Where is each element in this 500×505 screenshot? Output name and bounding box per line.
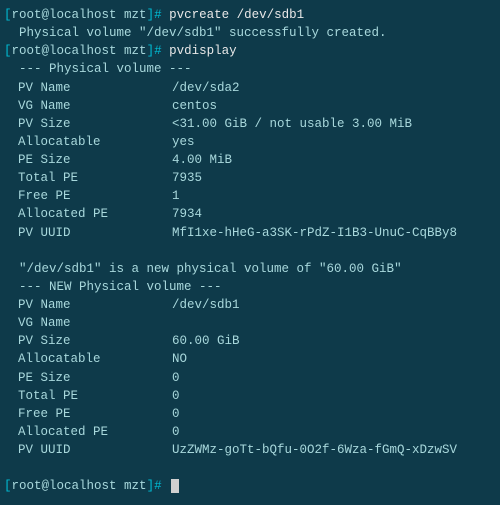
field-label: PV Name xyxy=(4,296,172,314)
field-label: VG Name xyxy=(4,97,172,115)
bracket-open: [ xyxy=(4,44,12,58)
field-value: 0 xyxy=(172,405,180,423)
table-row: PV UUIDUzZWMz-goTt-bQfu-0O2f-6Wza-fGmQ-x… xyxy=(4,441,496,459)
bracket-open: [ xyxy=(4,479,12,493)
prompt-line-1: [root@localhost mzt]# pvcreate /dev/sdb1 xyxy=(4,6,496,24)
prompt-line-current[interactable]: [root@localhost mzt]# xyxy=(4,477,496,495)
field-label: Allocatable xyxy=(4,133,172,151)
field-label: PE Size xyxy=(4,369,172,387)
field-value: MfI1xe-hHeG-a3SK-rPdZ-I1B3-UnuC-CqBBy8 xyxy=(172,224,457,242)
table-row: Total PE0 xyxy=(4,387,496,405)
field-label: Allocated PE xyxy=(4,423,172,441)
bracket-close: ]# xyxy=(147,479,162,493)
field-label: Allocated PE xyxy=(4,205,172,223)
field-value: 7935 xyxy=(172,169,202,187)
bracket-close: ]# xyxy=(147,44,162,58)
table-row: VG Name xyxy=(4,314,496,332)
table-row: Allocatableyes xyxy=(4,133,496,151)
field-label: PV Size xyxy=(4,332,172,350)
field-label: Free PE xyxy=(4,187,172,205)
output-line: Physical volume "/dev/sdb1" successfully… xyxy=(4,24,496,42)
table-row: PV Name/dev/sda2 xyxy=(4,79,496,97)
field-value: <31.00 GiB / not usable 3.00 MiB xyxy=(172,115,412,133)
prompt-user: root@localhost xyxy=(12,479,117,493)
table-row: Total PE7935 xyxy=(4,169,496,187)
table-row: PV Size<31.00 GiB / not usable 3.00 MiB xyxy=(4,115,496,133)
field-label: PE Size xyxy=(4,151,172,169)
table-row: Free PE1 xyxy=(4,187,496,205)
bracket-close: ]# xyxy=(147,8,162,22)
field-value: centos xyxy=(172,97,217,115)
prompt-user: root@localhost xyxy=(12,8,117,22)
table-row: PV Size60.00 GiB xyxy=(4,332,496,350)
field-label: Allocatable xyxy=(4,350,172,368)
field-value: NO xyxy=(172,350,187,368)
table-row: Free PE0 xyxy=(4,405,496,423)
field-value: yes xyxy=(172,133,195,151)
field-value: 0 xyxy=(172,387,180,405)
field-value: 4.00 MiB xyxy=(172,151,232,169)
field-value: /dev/sda2 xyxy=(172,79,240,97)
command-text: pvcreate /dev/sdb1 xyxy=(169,8,304,22)
field-label: Free PE xyxy=(4,405,172,423)
table-row: Allocated PE0 xyxy=(4,423,496,441)
field-value: UzZWMz-goTt-bQfu-0O2f-6Wza-fGmQ-xDzwSV xyxy=(172,441,457,459)
field-label: PV Name xyxy=(4,79,172,97)
field-value: 7934 xyxy=(172,205,202,223)
cursor-icon xyxy=(171,479,179,493)
prompt-line-2: [root@localhost mzt]# pvdisplay xyxy=(4,42,496,60)
section-header: --- Physical volume --- xyxy=(4,60,496,78)
field-label: PV UUID xyxy=(4,224,172,242)
table-row: VG Namecentos xyxy=(4,97,496,115)
table-row: PE Size0 xyxy=(4,369,496,387)
prompt-path: mzt xyxy=(117,44,147,58)
blank-line xyxy=(4,459,496,477)
field-value: 0 xyxy=(172,369,180,387)
bracket-open: [ xyxy=(4,8,12,22)
field-value: 1 xyxy=(172,187,180,205)
table-row: Allocated PE7934 xyxy=(4,205,496,223)
table-row: PV Name/dev/sdb1 xyxy=(4,296,496,314)
section-header: --- NEW Physical volume --- xyxy=(4,278,496,296)
field-label: PV UUID xyxy=(4,441,172,459)
field-label: PV Size xyxy=(4,115,172,133)
field-value: 60.00 GiB xyxy=(172,332,240,350)
field-label: VG Name xyxy=(4,314,172,332)
command-text: pvdisplay xyxy=(169,44,237,58)
field-label: Total PE xyxy=(4,387,172,405)
prompt-user: root@localhost xyxy=(12,44,117,58)
table-row: PV UUIDMfI1xe-hHeG-a3SK-rPdZ-I1B3-UnuC-C… xyxy=(4,224,496,242)
table-row: PE Size4.00 MiB xyxy=(4,151,496,169)
output-line: "/dev/sdb1" is a new physical volume of … xyxy=(4,260,496,278)
table-row: AllocatableNO xyxy=(4,350,496,368)
blank-line xyxy=(4,242,496,260)
field-label: Total PE xyxy=(4,169,172,187)
field-value: 0 xyxy=(172,423,180,441)
prompt-path: mzt xyxy=(117,8,147,22)
field-value: /dev/sdb1 xyxy=(172,296,240,314)
prompt-path: mzt xyxy=(117,479,147,493)
